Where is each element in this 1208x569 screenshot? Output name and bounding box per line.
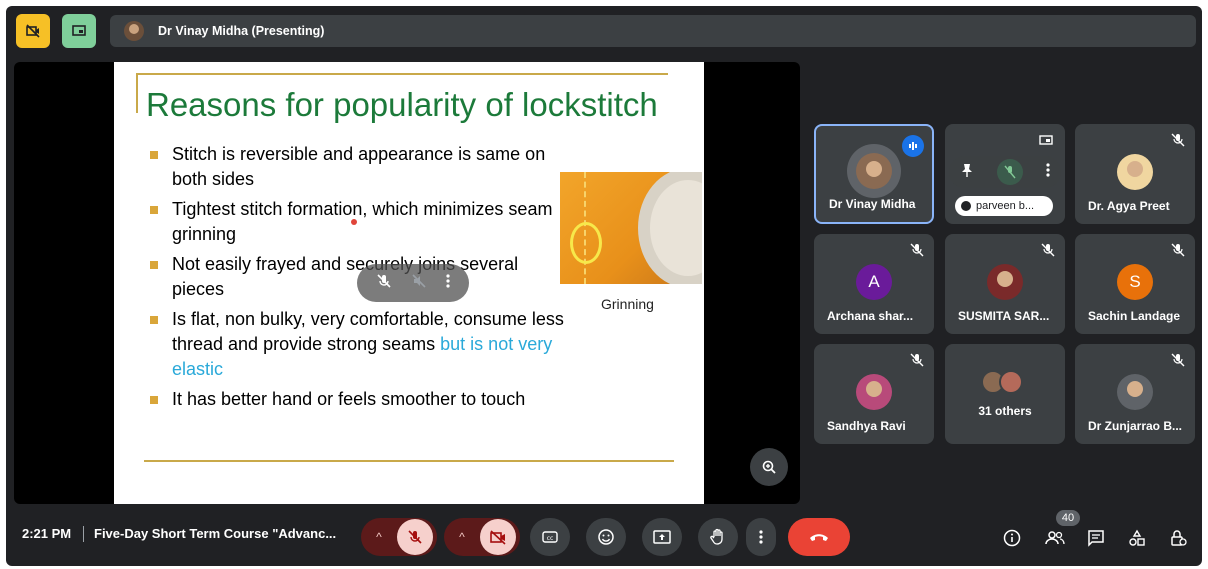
smiley-icon (598, 529, 614, 545)
present-screen-button[interactable] (642, 518, 682, 556)
laser-pointer (351, 219, 357, 225)
divider (83, 526, 84, 542)
emoji-reactions-button[interactable] (586, 518, 626, 556)
muted-icon (1041, 243, 1055, 257)
captions-icon: cc (542, 531, 558, 543)
participant-tile[interactable]: Dr Zunjarrao B... (1075, 344, 1195, 444)
presentation-hover-controls (357, 264, 469, 302)
more-options-icon[interactable] (446, 273, 450, 294)
presenter-avatar (124, 21, 144, 41)
avatar (1117, 154, 1153, 190)
zoom-in-icon (762, 460, 776, 474)
raise-hand-button[interactable] (698, 518, 738, 556)
camera-off-button[interactable] (480, 519, 516, 555)
bottom-bar: 2:21 PM Five-Day Short Term Course "Adva… (6, 504, 1202, 566)
avatar (1117, 374, 1153, 410)
muted-icon (1171, 133, 1185, 147)
remove-from-call-icon[interactable] (996, 159, 1023, 185)
presenting-icon (1039, 134, 1053, 152)
leave-call-button[interactable] (788, 518, 850, 556)
user-icon (961, 201, 971, 211)
slide-title: Reasons for popularity of lockstitch (146, 86, 658, 123)
fabric-roll (638, 172, 702, 284)
participant-name: Sandhya Ravi (827, 419, 906, 433)
others-tile[interactable]: 31 others (945, 344, 1065, 444)
grinning-figure-image (560, 172, 702, 284)
participant-tile[interactable]: Dr Vinay Midha (814, 124, 934, 224)
participant-tile[interactable]: Sandhya Ravi (814, 344, 934, 444)
audio-off-icon[interactable] (411, 273, 427, 294)
pin-icon[interactable] (960, 162, 974, 183)
mic-off-button[interactable] (397, 519, 433, 555)
more-vert-icon (759, 530, 763, 544)
chat-icon[interactable] (1086, 528, 1106, 548)
camera-off-indicator-icon[interactable] (16, 14, 50, 48)
presenter-label: Dr Vinay Midha (Presenting) (158, 24, 325, 38)
meeting-info-icon[interactable] (1002, 528, 1022, 548)
avatar (847, 144, 901, 198)
muted-icon (1171, 243, 1185, 257)
muted-icon (910, 243, 924, 257)
participant-name: Archana shar... (827, 309, 914, 323)
meeting-title[interactable]: Five-Day Short Term Course "Advanc... (94, 526, 336, 541)
participant-name: Dr Vinay Midha (829, 197, 916, 211)
highlight-circle (570, 222, 602, 264)
mic-off-icon (408, 530, 422, 544)
svg-text:cc: cc (547, 535, 554, 542)
people-icon[interactable] (1045, 528, 1065, 548)
hand-icon (710, 528, 723, 545)
activities-icon[interactable] (1127, 528, 1147, 548)
bullet-item: Is flat, non bulky, very comfortable, co… (148, 307, 568, 382)
slide-divider (144, 460, 674, 462)
host-controls-icon[interactable] (1168, 528, 1188, 548)
participant-count-badge: 40 (1056, 510, 1080, 526)
figure-caption: Grinning (601, 296, 654, 312)
mute-icon[interactable] (376, 273, 392, 294)
participant-name-chip: parveen b... (955, 196, 1053, 216)
camera-off-icon (490, 530, 506, 545)
slide-divider (136, 73, 668, 75)
presentation-area: Reasons for popularity of lockstitch Sti… (14, 62, 800, 504)
avatar: S (1117, 264, 1153, 300)
muted-icon (910, 353, 924, 367)
avatar (856, 374, 892, 410)
participant-name: Sachin Landage (1088, 309, 1181, 323)
top-bar: Dr Vinay Midha (Presenting) (14, 14, 1196, 48)
microphone-control: ^ (361, 518, 437, 556)
more-options-icon[interactable] (1046, 162, 1050, 183)
participant-tile[interactable]: parveen b... (945, 124, 1065, 224)
bullet-item: Tightest stitch formation, which minimiz… (148, 197, 568, 247)
participant-tile[interactable]: Dr. Agya Preet (1075, 124, 1195, 224)
bullet-item: Stitch is reversible and appearance is s… (148, 142, 568, 192)
presenter-banner[interactable]: Dr Vinay Midha (Presenting) (110, 15, 1196, 47)
muted-icon (1171, 353, 1185, 367)
others-count-label: 31 others (978, 404, 1032, 418)
participant-tile[interactable]: SUSMITA SAR... (945, 234, 1065, 334)
meet-window: Dr Vinay Midha (Presenting) Reasons for … (6, 6, 1202, 566)
avatar: A (856, 264, 892, 300)
participant-name: SUSMITA SAR... (958, 309, 1050, 323)
mic-options-chevron-icon[interactable]: ^ (361, 518, 397, 556)
participant-name: parveen b... (976, 200, 1035, 212)
avatar (987, 264, 1023, 300)
participant-tile[interactable]: A Archana shar... (814, 234, 934, 334)
bullet-item: It has better hand or feels smoother to … (148, 387, 568, 412)
tile-hover-controls (949, 156, 1061, 188)
speaking-indicator-icon (902, 135, 924, 157)
others-avatars (981, 370, 1023, 394)
camera-options-chevron-icon[interactable]: ^ (444, 518, 480, 556)
captions-button[interactable]: cc (530, 518, 570, 556)
more-options-button[interactable] (746, 518, 776, 556)
participant-name: Dr. Agya Preet (1088, 199, 1170, 213)
zoom-button[interactable] (750, 448, 788, 486)
clock-time: 2:21 PM (22, 526, 72, 541)
presentation-layout-icon[interactable] (62, 14, 96, 48)
slide-divider (136, 73, 138, 113)
end-call-icon (810, 534, 828, 541)
present-icon (653, 530, 671, 544)
participant-name: Dr Zunjarrao B... (1088, 419, 1183, 433)
camera-control: ^ (444, 518, 520, 556)
participant-tile[interactable]: S Sachin Landage (1075, 234, 1195, 334)
